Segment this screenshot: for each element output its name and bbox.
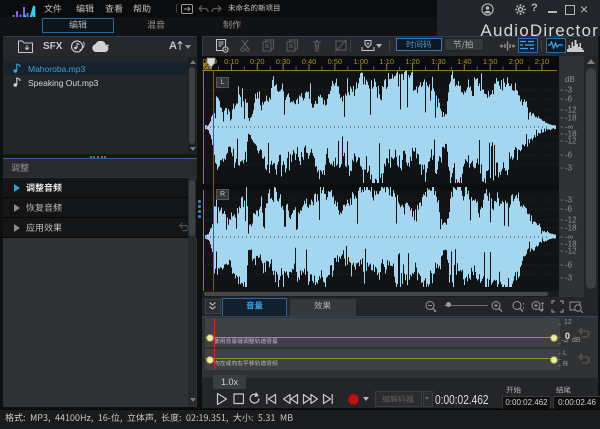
svg-text:1:00: 1:00 [353, 57, 368, 66]
svg-text:1:10: 1:10 [379, 57, 394, 66]
svg-text:1:50: 1:50 [483, 57, 498, 66]
svg-text:1:30: 1:30 [431, 57, 446, 66]
svg-text:1:20: 1:20 [405, 57, 420, 66]
svg-text:2:10: 2:10 [535, 57, 550, 66]
svg-text:-12: -12 [565, 137, 577, 146]
svg-text:1:40: 1:40 [457, 57, 472, 66]
svg-text:-18: -18 [565, 114, 577, 123]
svg-text:0:40: 0:40 [302, 57, 317, 66]
svg-text:-6: -6 [565, 205, 573, 214]
svg-text:-6: -6 [565, 261, 573, 270]
svg-text:-3: -3 [565, 86, 573, 95]
svg-text:-6: -6 [565, 95, 573, 104]
svg-text:-12: -12 [565, 247, 577, 256]
svg-text:0:20: 0:20 [250, 57, 265, 66]
svg-text:0:10: 0:10 [224, 57, 239, 66]
svg-text:-18: -18 [565, 224, 577, 233]
svg-text:-3: -3 [565, 196, 573, 205]
svg-text:-6: -6 [565, 151, 573, 160]
svg-text:-3: -3 [565, 274, 573, 283]
svg-text:dB: dB [565, 75, 575, 84]
svg-text:2:00: 2:00 [509, 57, 524, 66]
svg-text:-3: -3 [565, 164, 573, 173]
svg-text:0:50: 0:50 [328, 57, 343, 66]
svg-text:0:30: 0:30 [276, 57, 291, 66]
